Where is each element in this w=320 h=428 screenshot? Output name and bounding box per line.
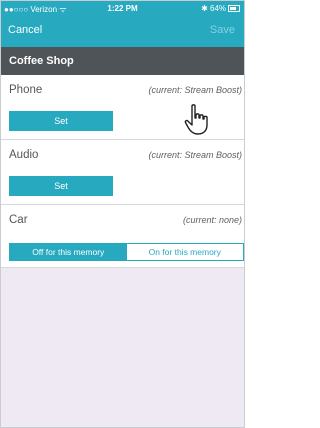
current-setting-audio: (current: Stream Boost) — [148, 150, 242, 160]
current-setting-car: (current: none) — [182, 215, 242, 225]
row-label-car: Car — [9, 214, 28, 226]
off-for-memory-option[interactable]: Off for this memory — [10, 244, 127, 260]
status-right: ✱ 64% — [201, 4, 240, 13]
set-button-phone[interactable]: Set — [9, 111, 113, 131]
row-label-phone: Phone — [9, 84, 43, 96]
set-button-audio[interactable]: Set — [9, 176, 113, 196]
section-title: Coffee Shop — [9, 55, 74, 67]
save-button[interactable]: Save — [210, 24, 235, 36]
section-header: Coffee Shop — [1, 47, 244, 75]
row-label-audio: Audio — [9, 149, 39, 161]
current-setting-phone: (current: Stream Boost) — [148, 85, 242, 95]
car-row: Car (current: none) Off for this memory … — [1, 205, 244, 268]
cancel-button[interactable]: Cancel — [8, 24, 42, 36]
on-for-memory-option[interactable]: On for this memory — [126, 244, 243, 260]
car-memory-toggle: Off for this memory On for this memory — [9, 243, 244, 261]
battery-percent: ✱ 64% — [201, 4, 226, 13]
audio-row: Audio (current: Stream Boost) Set — [1, 140, 244, 205]
hand-pointer-icon — [184, 104, 208, 135]
app-screen: ●●○○○ Verizon ᯤ 1:22 PM ✱ 64% Cancel Sav… — [0, 0, 245, 428]
nav-bar: Cancel Save — [1, 15, 244, 47]
status-bar: ●●○○○ Verizon ᯤ 1:22 PM ✱ 64% — [1, 1, 244, 15]
battery-icon — [228, 5, 240, 13]
